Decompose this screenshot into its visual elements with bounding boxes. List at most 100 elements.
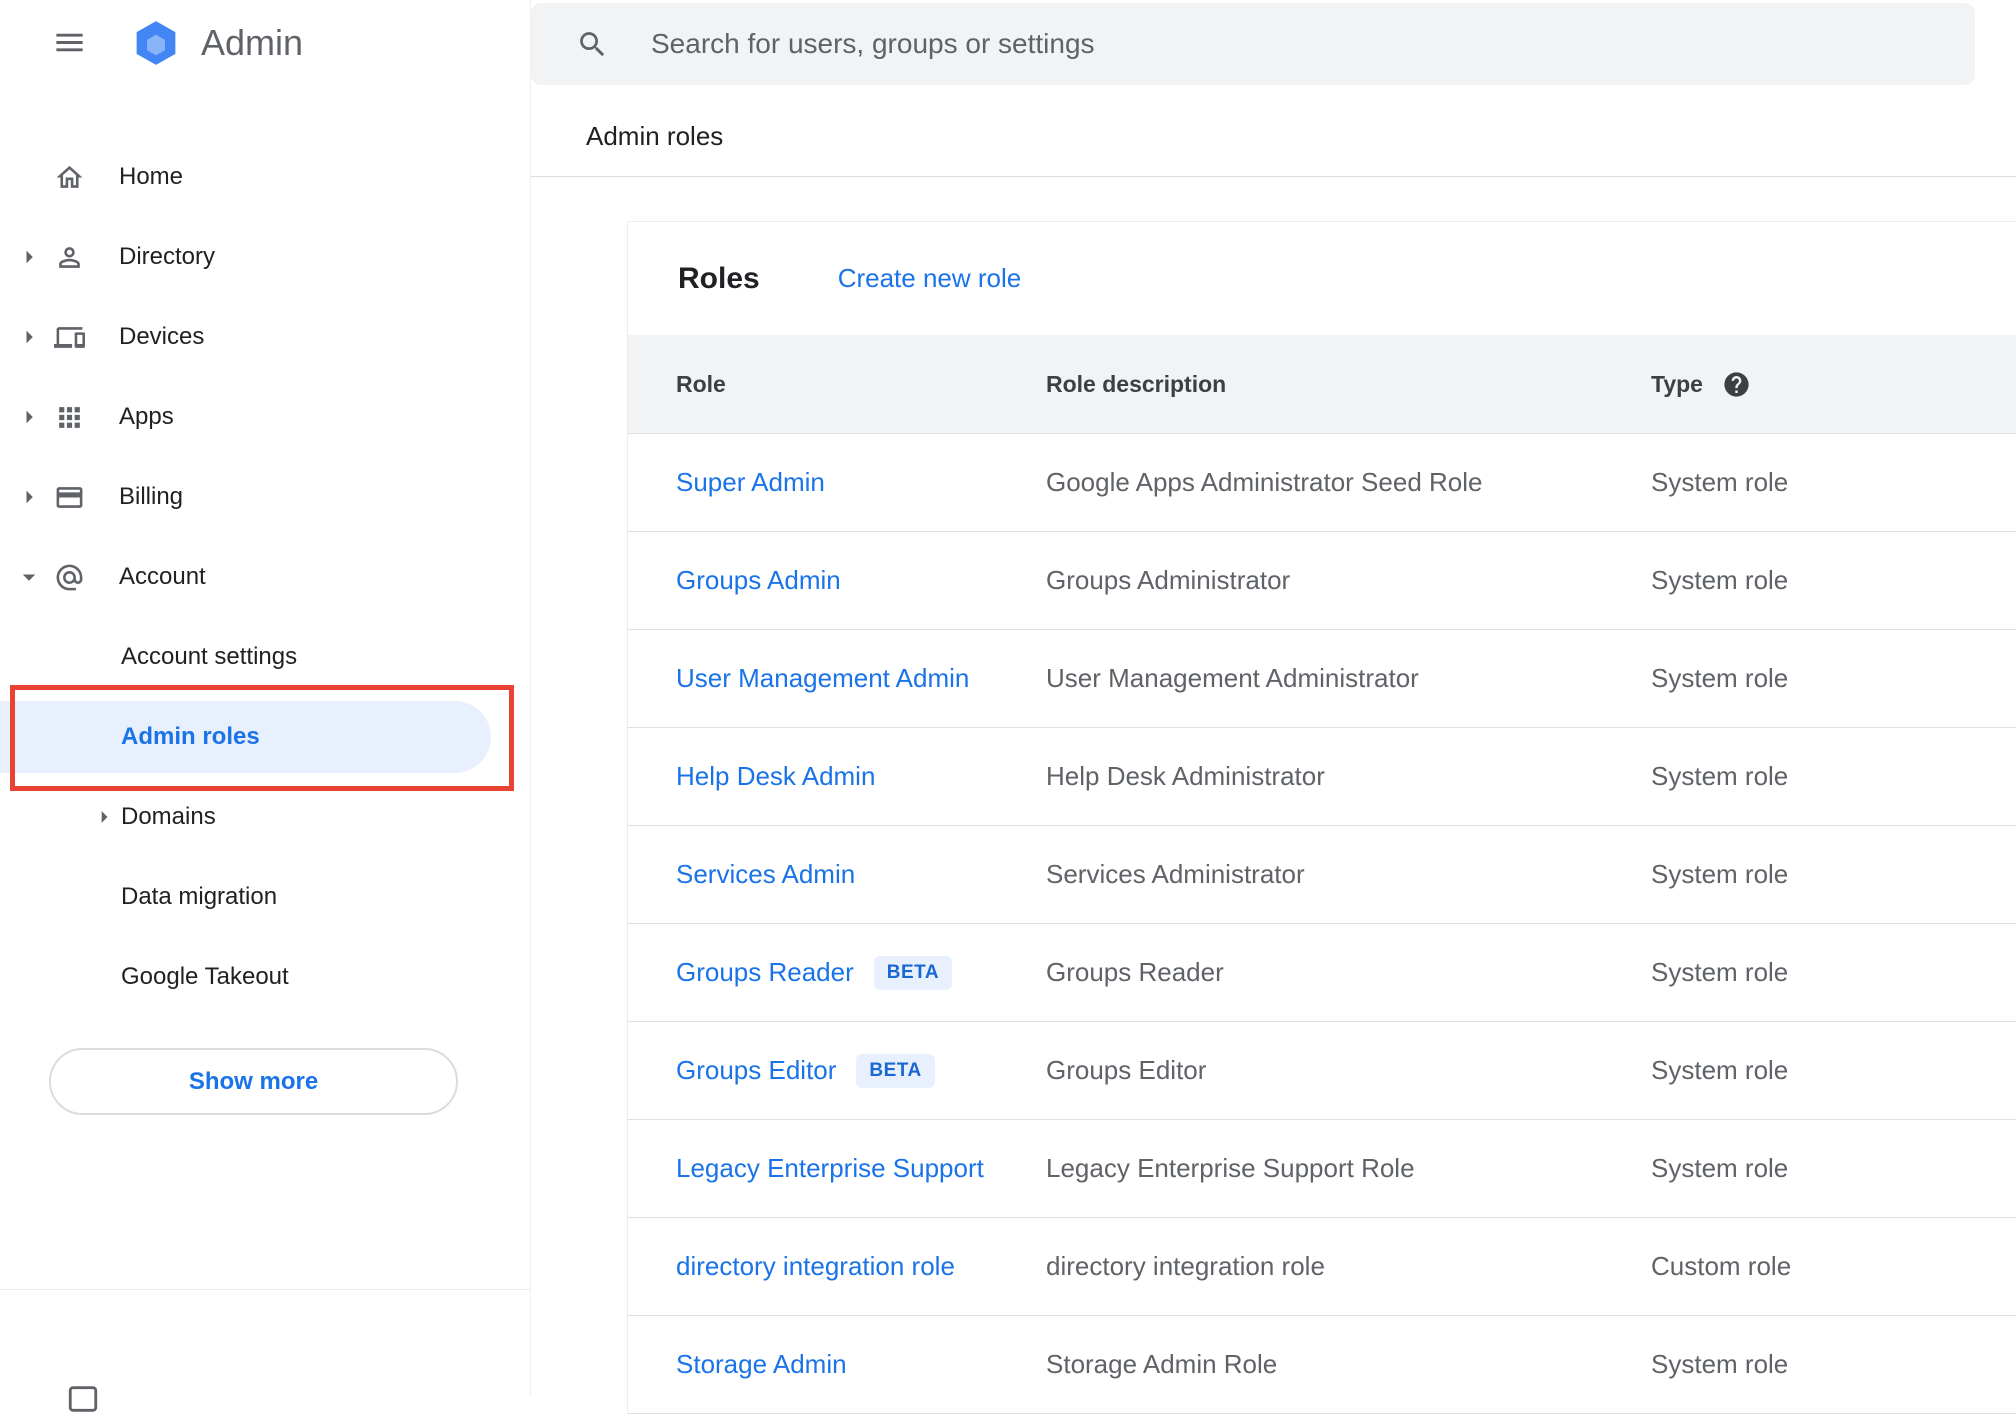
sidebar-item-directory[interactable]: Directory bbox=[0, 217, 530, 297]
role-link[interactable]: Help Desk Admin bbox=[676, 761, 875, 792]
column-header-role: Role bbox=[676, 370, 726, 397]
page-title: Roles bbox=[678, 261, 760, 295]
sidebar-item-label: Admin roles bbox=[121, 723, 260, 750]
role-description: Groups Editor bbox=[1046, 1055, 1207, 1085]
sidebar-item-label: Domains bbox=[121, 803, 216, 830]
role-link[interactable]: Groups Reader bbox=[676, 957, 854, 988]
role-link[interactable]: Groups Admin bbox=[676, 565, 841, 596]
sidebar-item-label: Google Takeout bbox=[121, 963, 289, 990]
column-header-description: Role description bbox=[1046, 370, 1227, 397]
roles-card: Roles Create new role Role Role descript… bbox=[627, 221, 2016, 1414]
breadcrumb: Admin roles bbox=[586, 121, 724, 151]
role-link[interactable]: directory integration role bbox=[676, 1251, 955, 1282]
sidebar-item-label: Devices bbox=[119, 323, 205, 350]
table-row: Storage Admin Storage Admin Role System … bbox=[628, 1316, 2016, 1414]
sidebar-item-label: Billing bbox=[119, 483, 184, 510]
table-row: Groups Editor BETA Groups Editor System … bbox=[628, 1022, 2016, 1120]
menu-button[interactable] bbox=[48, 22, 90, 64]
app-name: Admin bbox=[201, 21, 304, 63]
card-header: Roles Create new role bbox=[628, 222, 2016, 335]
main-content: Admin roles Roles Create new role Role R… bbox=[531, 0, 2016, 1414]
devices-icon bbox=[52, 322, 86, 353]
sidebar-nav: Home Directory Devices Apps Billing Acco… bbox=[0, 85, 530, 1115]
sidebar-item-google-takeout[interactable]: Google Takeout bbox=[0, 937, 530, 1017]
admin-logo[interactable]: Admin bbox=[128, 18, 303, 68]
sidebar-item-label: Data migration bbox=[121, 883, 278, 910]
sidebar-divider bbox=[0, 1289, 530, 1290]
beta-badge: BETA bbox=[856, 1053, 935, 1088]
sidebar-item-domains[interactable]: Domains bbox=[0, 777, 530, 857]
chevron-right-icon[interactable] bbox=[14, 242, 52, 272]
beta-badge: BETA bbox=[873, 955, 953, 990]
sidebar-item-home[interactable]: Home bbox=[0, 137, 530, 217]
role-description: Help Desk Administrator bbox=[1046, 761, 1325, 791]
role-description: Groups Reader bbox=[1046, 957, 1224, 987]
chevron-right-icon[interactable] bbox=[14, 322, 52, 352]
role-link[interactable]: Storage Admin bbox=[676, 1349, 847, 1380]
chevron-right-icon[interactable] bbox=[90, 803, 118, 831]
sidebar-item-label: Account bbox=[119, 563, 206, 590]
role-type: Custom role bbox=[1651, 1251, 1792, 1281]
role-type: System role bbox=[1651, 1153, 1789, 1183]
table-row: Groups Reader BETA Groups Reader System … bbox=[628, 924, 2016, 1022]
sidebar-item-label: Directory bbox=[119, 243, 216, 270]
role-type: System role bbox=[1651, 565, 1789, 595]
credit-card-icon bbox=[52, 482, 86, 513]
home-icon bbox=[52, 162, 86, 193]
search-bar bbox=[531, 3, 1975, 85]
sidebar-item-label: Account settings bbox=[121, 643, 298, 670]
create-new-role-link[interactable]: Create new role bbox=[838, 263, 1022, 294]
sidebar-item-data-migration[interactable]: Data migration bbox=[0, 857, 530, 937]
role-type: System role bbox=[1651, 1055, 1789, 1085]
table-row: Super Admin Google Apps Administrator Se… bbox=[628, 434, 2016, 532]
admin-logo-icon bbox=[136, 20, 176, 65]
role-description: User Management Administrator bbox=[1046, 663, 1419, 693]
sidebar-item-account[interactable]: Account bbox=[0, 537, 530, 617]
header-divider bbox=[531, 176, 2016, 177]
table-row: Legacy Enterprise Support Legacy Enterpr… bbox=[628, 1120, 2016, 1218]
table-header-row: Role Role description Type bbox=[628, 335, 2016, 434]
sidebar-item-apps[interactable]: Apps bbox=[0, 377, 530, 457]
sidebar-header: Admin bbox=[0, 0, 530, 85]
sidebar-item-devices[interactable]: Devices bbox=[0, 297, 530, 377]
role-description: Google Apps Administrator Seed Role bbox=[1046, 467, 1483, 497]
role-description: Services Administrator bbox=[1046, 859, 1305, 889]
chevron-right-icon[interactable] bbox=[14, 482, 52, 512]
role-type: System role bbox=[1651, 761, 1789, 791]
role-type: System role bbox=[1651, 467, 1789, 497]
sidebar-item-label: Home bbox=[119, 163, 184, 190]
role-link[interactable]: Super Admin bbox=[676, 467, 825, 498]
search-icon bbox=[576, 28, 609, 61]
role-description: Storage Admin Role bbox=[1046, 1349, 1278, 1379]
search-input[interactable] bbox=[649, 27, 1945, 61]
sidebar-item-admin-roles[interactable]: Admin roles bbox=[0, 697, 530, 777]
table-row: directory integration role directory int… bbox=[628, 1218, 2016, 1316]
help-icon[interactable] bbox=[1722, 370, 1751, 399]
partial-bottom-icon bbox=[66, 1382, 100, 1421]
sidebar-item-account-settings[interactable]: Account settings bbox=[0, 617, 530, 697]
role-type: System role bbox=[1651, 663, 1789, 693]
table-row: User Management Admin User Management Ad… bbox=[628, 630, 2016, 728]
column-header-type: Type bbox=[1651, 370, 1703, 397]
role-type: System role bbox=[1651, 859, 1789, 889]
role-link[interactable]: Groups Editor bbox=[676, 1055, 836, 1086]
role-type: System role bbox=[1651, 957, 1789, 987]
person-icon bbox=[52, 242, 86, 273]
at-sign-icon bbox=[52, 562, 86, 593]
table-row: Groups Admin Groups Administrator System… bbox=[628, 532, 2016, 630]
role-link[interactable]: Legacy Enterprise Support bbox=[676, 1153, 984, 1184]
role-link[interactable]: User Management Admin bbox=[676, 663, 969, 694]
chevron-right-icon[interactable] bbox=[14, 402, 52, 432]
table-row: Services Admin Services Administrator Sy… bbox=[628, 826, 2016, 924]
role-description: Legacy Enterprise Support Role bbox=[1046, 1153, 1415, 1183]
show-more-button[interactable]: Show more bbox=[49, 1048, 458, 1115]
role-link[interactable]: Services Admin bbox=[676, 859, 855, 890]
role-description: directory integration role bbox=[1046, 1251, 1325, 1281]
sidebar: Admin Home Directory Devices Apps Billin… bbox=[0, 0, 531, 1412]
apps-grid-icon bbox=[52, 402, 86, 433]
sidebar-item-billing[interactable]: Billing bbox=[0, 457, 530, 537]
chevron-down-icon[interactable] bbox=[14, 562, 52, 592]
role-description: Groups Administrator bbox=[1046, 565, 1291, 595]
sidebar-item-label: Apps bbox=[119, 403, 174, 430]
role-type: System role bbox=[1651, 1349, 1789, 1379]
